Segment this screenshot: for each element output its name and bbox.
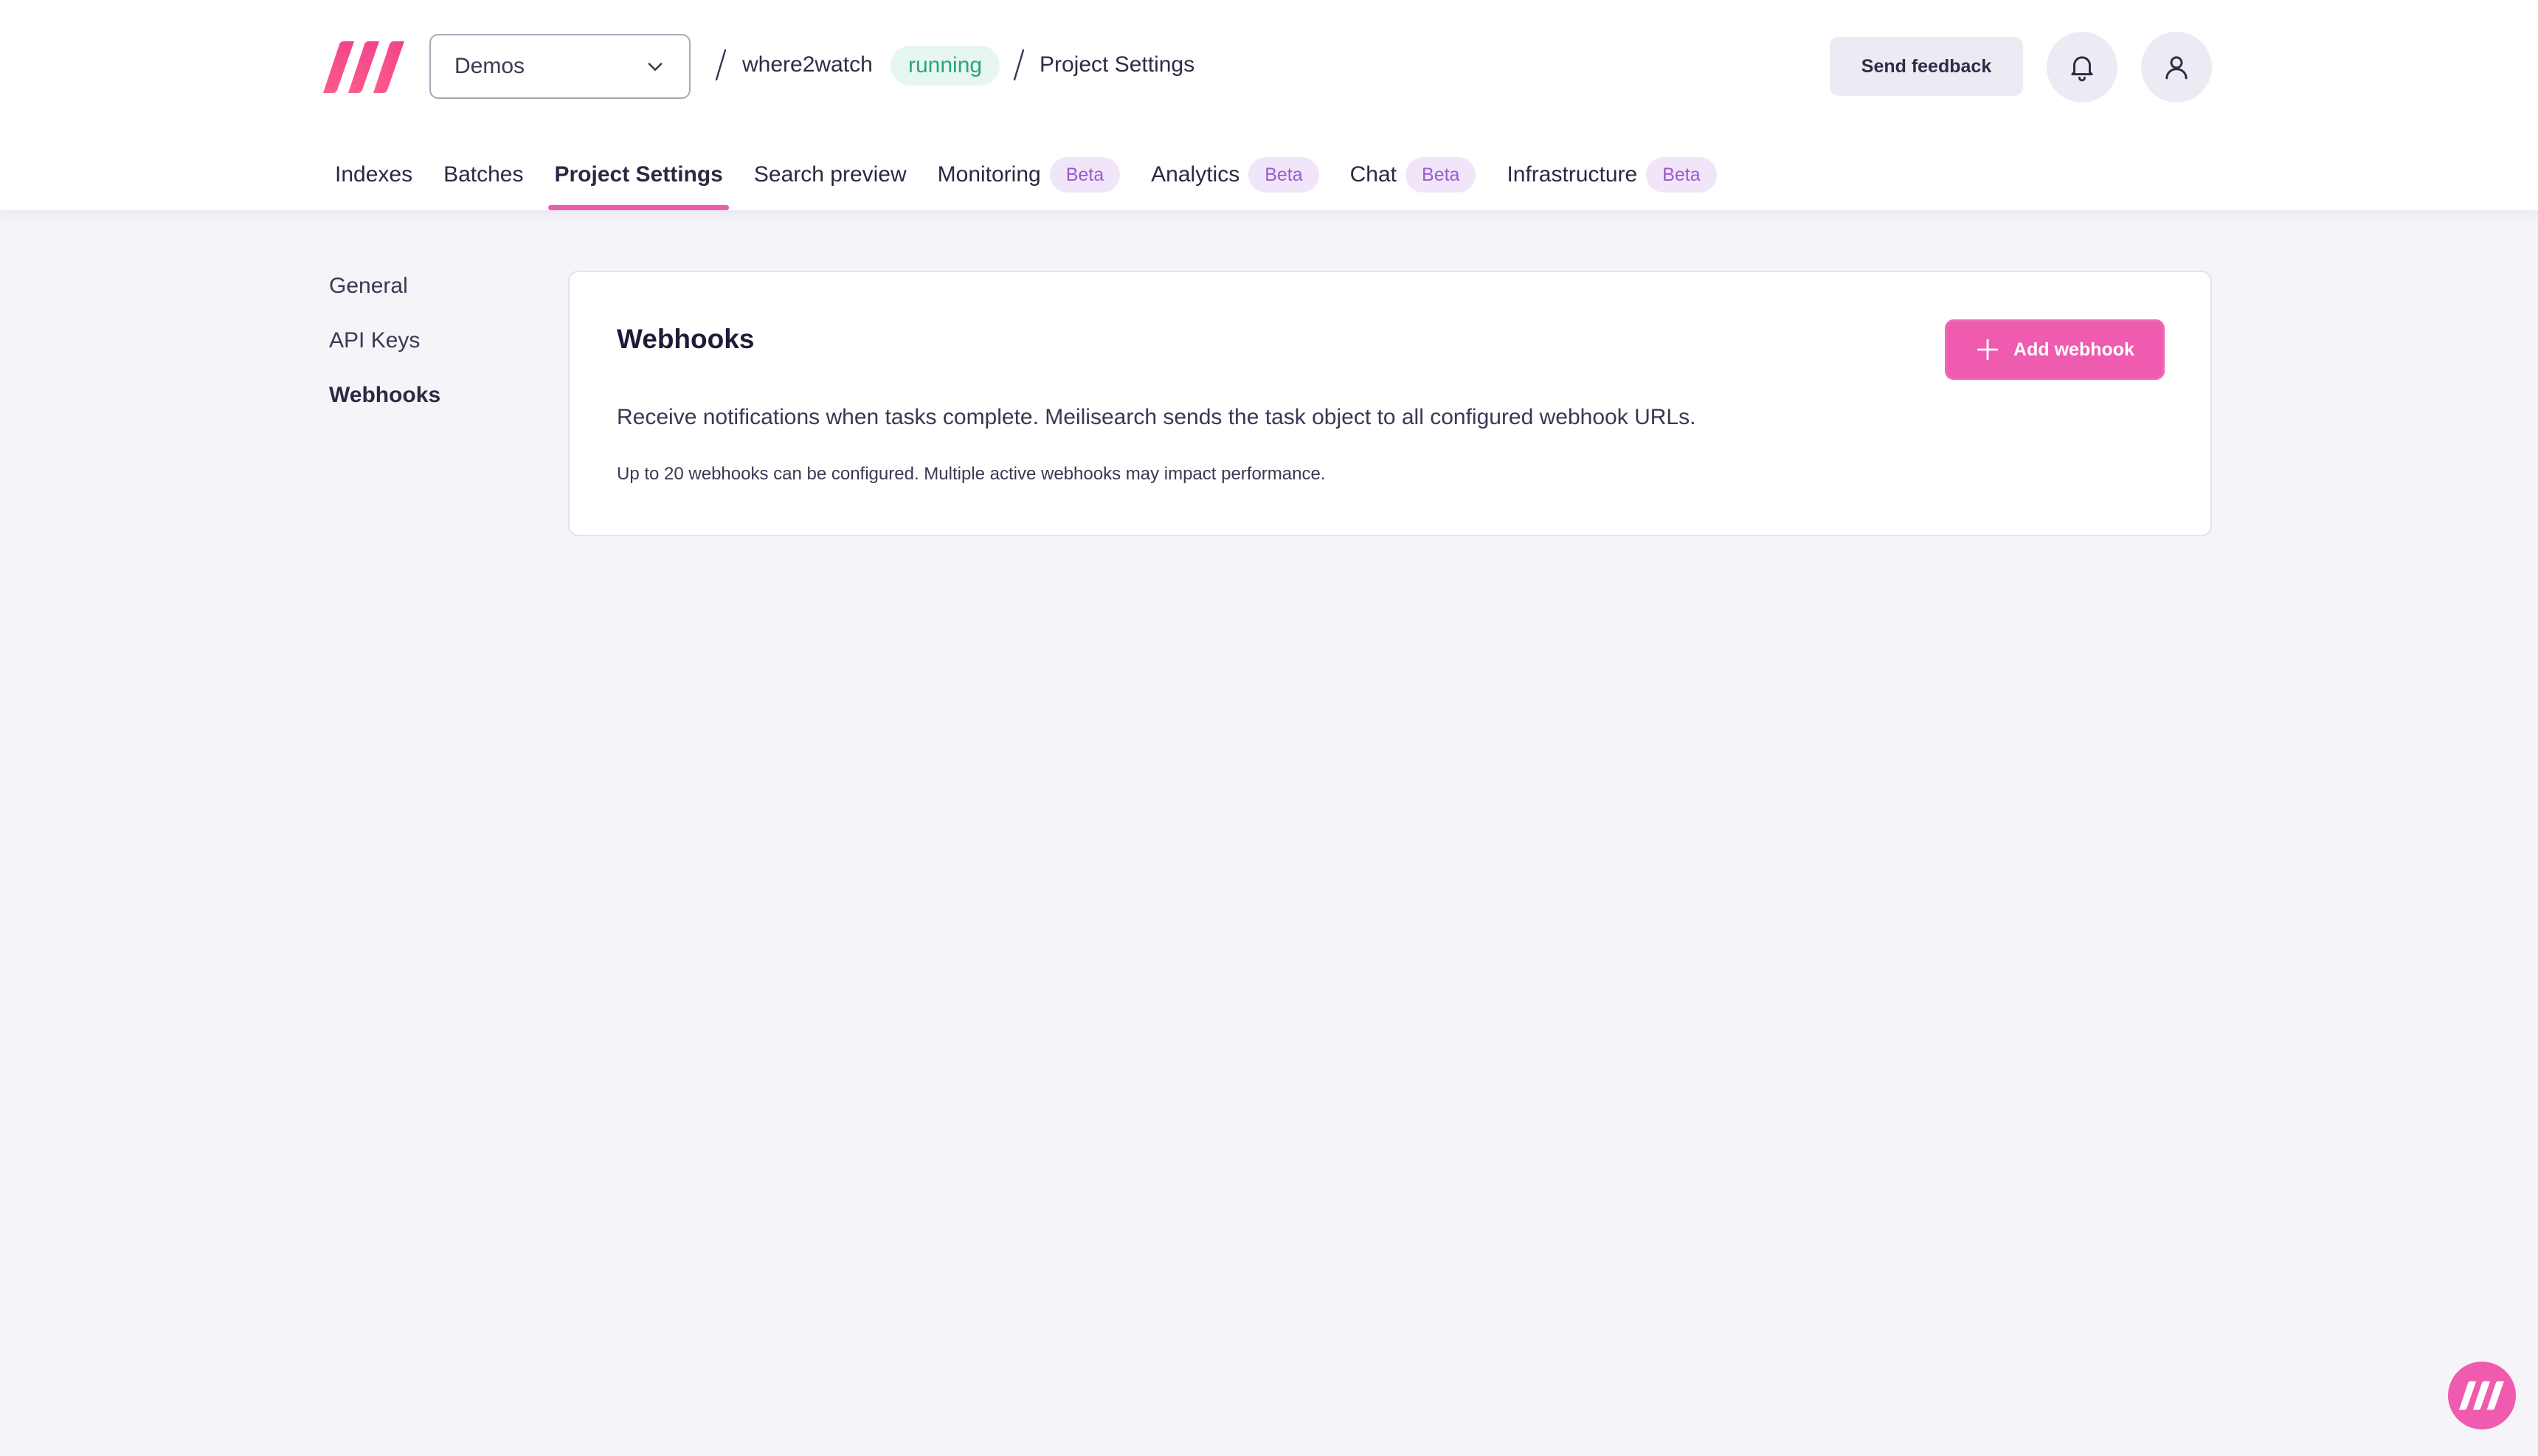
beta-badge: Beta [1405,157,1476,193]
add-webhook-label: Add webhook [2013,339,2134,360]
project-select-value: Demos [454,54,525,78]
bell-icon [2071,56,2093,82]
chevron-down-icon [648,63,663,71]
tab-label: Infrastructure [1507,162,1638,187]
tab-label: Project Settings [554,162,723,187]
meilisearch-logo-icon [2459,1381,2504,1410]
tab-indexes[interactable]: Indexes [329,155,418,195]
beta-badge: Beta [1646,157,1717,193]
beta-badge: Beta [1248,157,1319,193]
tab-label: Monitoring [937,162,1041,187]
account-button[interactable] [2141,32,2212,103]
sidenav-item-webhooks[interactable]: Webhooks [329,378,440,432]
breadcrumb-separator [715,49,727,81]
help-widget-button[interactable] [2448,1362,2516,1429]
card-title: Webhooks [617,324,755,354]
user-icon [2165,56,2188,80]
status-badge: running [891,46,1000,86]
breadcrumb-current-page: Project Settings [1040,52,1195,77]
beta-badge: Beta [1049,157,1121,193]
tab-search-preview[interactable]: Search preview [748,155,913,195]
breadcrumb-separator [1013,49,1025,81]
project-select[interactable]: Demos [429,34,691,99]
send-feedback-button[interactable]: Send feedback [1830,37,2023,96]
tab-label: Indexes [335,162,413,187]
settings-sidenav: General API Keys Webhooks [329,268,440,432]
top-header: Demos where2watch running Project Settin… [0,0,2538,210]
webhooks-note: Up to 20 webhooks can be configured. Mul… [617,464,1326,484]
tab-chat[interactable]: Chat Beta [1344,155,1482,195]
notifications-button[interactable] [2047,32,2117,103]
tab-label: Search preview [753,162,907,187]
add-webhook-button[interactable]: Add webhook [1945,319,2165,380]
sidenav-item-api-keys[interactable]: API Keys [329,323,440,378]
webhooks-card: Webhooks Add webhook Receive notificatio… [568,271,2212,536]
tab-label: Chat [1349,162,1397,187]
tab-batches[interactable]: Batches [438,155,529,195]
meilisearch-logo-icon[interactable] [323,41,406,93]
webhooks-description: Receive notifications when tasks complet… [617,405,1696,429]
tab-label: Batches [443,162,524,187]
tab-label: Analytics [1151,162,1240,187]
tab-analytics[interactable]: Analytics Beta [1145,155,1324,195]
sidenav-item-general[interactable]: General [329,268,440,323]
main-tabs: Indexes Batches Project Settings Search … [329,155,1742,210]
tab-project-settings[interactable]: Project Settings [548,155,730,210]
plus-icon [1977,339,1999,361]
breadcrumb-project[interactable]: where2watch [742,52,873,77]
tab-monitoring[interactable]: Monitoring Beta [932,155,1127,195]
tab-infrastructure[interactable]: Infrastructure Beta [1501,155,1722,195]
